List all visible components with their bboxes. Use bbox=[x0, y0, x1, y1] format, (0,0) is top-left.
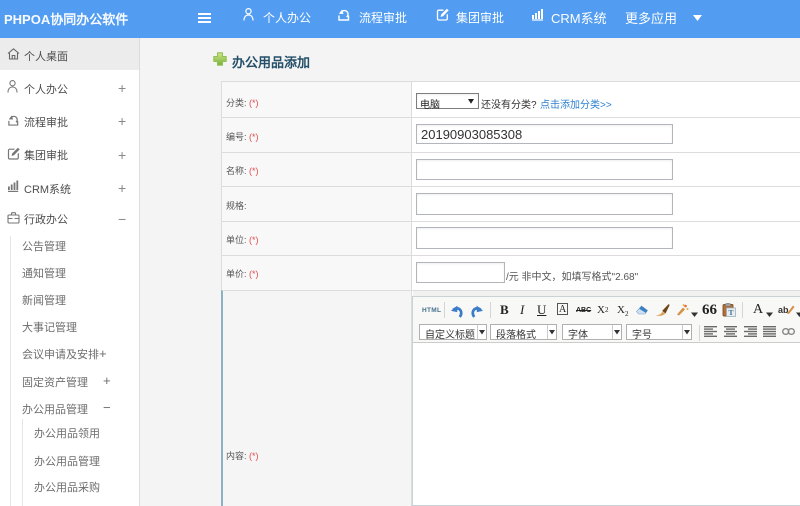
svg-text:T: T bbox=[728, 308, 733, 317]
